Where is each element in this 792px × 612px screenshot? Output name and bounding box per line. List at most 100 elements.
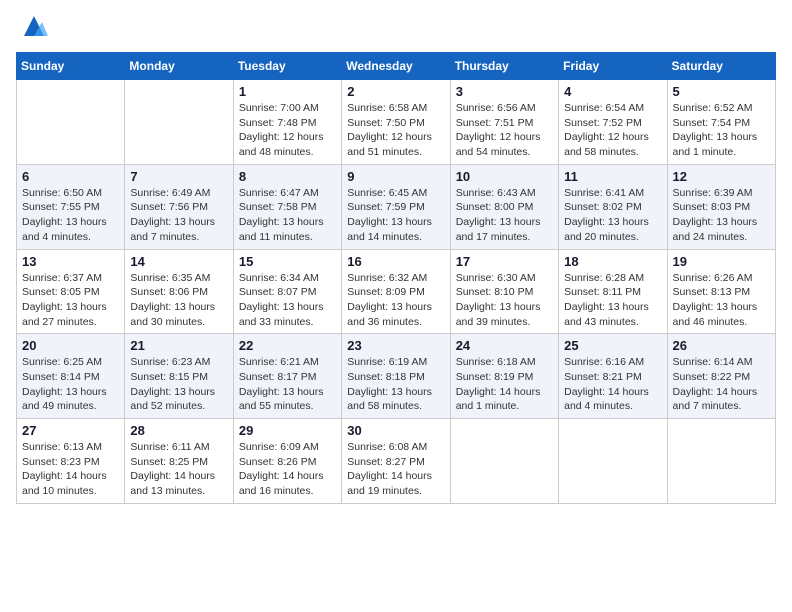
day-info: Sunrise: 6:26 AM Sunset: 8:13 PM Dayligh… [673,271,770,330]
calendar-cell: 6Sunrise: 6:50 AM Sunset: 7:55 PM Daylig… [17,164,125,249]
calendar-cell: 30 Sunrise: 6:08 AM Sunset: 8:27 PM Dayli… [342,419,450,504]
day-info: Sunrise: 6:32 AM Sunset: 8:09 PM Dayligh… [347,271,444,330]
day-info: Sunrise: 6:13 AM Sunset: 8:23 PM Dayligh… [22,440,119,499]
day-number: 2 [347,84,444,99]
calendar-week-1: 1 Sunrise: 7:00 AM Sunset: 7:48 PM Daylig… [17,80,776,165]
calendar-week-3: 13 Sunrise: 6:37 AM Sunset: 8:05 PM Dayli… [17,249,776,334]
day-number: 3 [456,84,553,99]
calendar-cell: 5 Sunrise: 6:52 AM Sunset: 7:54 PM Daylig… [667,80,775,165]
day-number: 20 [22,338,119,353]
calendar-cell: 1 Sunrise: 7:00 AM Sunset: 7:48 PM Daylig… [233,80,341,165]
calendar-cell: 2Sunrise: 6:58 AM Sunset: 7:50 PM Daylig… [342,80,450,165]
calendar-cell [125,80,233,165]
calendar-cell: 22 Sunrise: 6:21 AM Sunset: 8:17 PM Dayli… [233,334,341,419]
day-info: Sunrise: 6:34 AM Sunset: 8:07 PM Dayligh… [239,271,336,330]
day-number: 12 [673,169,770,184]
day-number: 4 [564,84,661,99]
weekday-header-friday: Friday [559,53,667,80]
calendar-cell: 12Sunrise: 6:39 AM Sunset: 8:03 PM Dayli… [667,164,775,249]
day-info: Sunrise: 6:49 AM Sunset: 7:56 PM Dayligh… [130,186,227,245]
calendar-cell: 7 Sunrise: 6:49 AM Sunset: 7:56 PM Daylig… [125,164,233,249]
page-header [16,16,776,40]
day-info: Sunrise: 6:08 AM Sunset: 8:27 PM Dayligh… [347,440,444,499]
day-number: 10 [456,169,553,184]
day-number: 7 [130,169,227,184]
day-number: 19 [673,254,770,269]
calendar-cell [667,419,775,504]
calendar-cell: 4 Sunrise: 6:54 AM Sunset: 7:52 PM Daylig… [559,80,667,165]
day-number: 9 [347,169,444,184]
calendar-cell: 23Sunrise: 6:19 AM Sunset: 8:18 PM Dayli… [342,334,450,419]
day-number: 29 [239,423,336,438]
weekday-header-sunday: Sunday [17,53,125,80]
calendar-cell: 11 Sunrise: 6:41 AM Sunset: 8:02 PM Dayli… [559,164,667,249]
day-number: 16 [347,254,444,269]
calendar-cell: 20 Sunrise: 6:25 AM Sunset: 8:14 PM Dayli… [17,334,125,419]
day-info: Sunrise: 6:16 AM Sunset: 8:21 PM Dayligh… [564,355,661,414]
calendar-cell: 15 Sunrise: 6:34 AM Sunset: 8:07 PM Dayli… [233,249,341,334]
calendar-cell: 18 Sunrise: 6:28 AM Sunset: 8:11 PM Dayli… [559,249,667,334]
calendar-cell: 14 Sunrise: 6:35 AM Sunset: 8:06 PM Dayli… [125,249,233,334]
day-info: Sunrise: 6:18 AM Sunset: 8:19 PM Dayligh… [456,355,553,414]
calendar-cell [17,80,125,165]
day-info: Sunrise: 6:14 AM Sunset: 8:22 PM Dayligh… [673,355,770,414]
calendar-table: SundayMondayTuesdayWednesdayThursdayFrid… [16,52,776,504]
day-info: Sunrise: 6:30 AM Sunset: 8:10 PM Dayligh… [456,271,553,330]
weekday-header-saturday: Saturday [667,53,775,80]
day-number: 5 [673,84,770,99]
day-info: Sunrise: 6:56 AM Sunset: 7:51 PM Dayligh… [456,101,553,160]
day-info: Sunrise: 6:54 AM Sunset: 7:52 PM Dayligh… [564,101,661,160]
weekday-header-wednesday: Wednesday [342,53,450,80]
calendar-cell: 3 Sunrise: 6:56 AM Sunset: 7:51 PM Daylig… [450,80,558,165]
day-number: 11 [564,169,661,184]
day-info: Sunrise: 6:23 AM Sunset: 8:15 PM Dayligh… [130,355,227,414]
day-info: Sunrise: 6:11 AM Sunset: 8:25 PM Dayligh… [130,440,227,499]
day-number: 30 [347,423,444,438]
calendar-cell: 10Sunrise: 6:43 AM Sunset: 8:00 PM Dayli… [450,164,558,249]
day-info: Sunrise: 7:00 AM Sunset: 7:48 PM Dayligh… [239,101,336,160]
day-info: Sunrise: 6:45 AM Sunset: 7:59 PM Dayligh… [347,186,444,245]
weekday-header-row: SundayMondayTuesdayWednesdayThursdayFrid… [17,53,776,80]
calendar-week-5: 27Sunrise: 6:13 AM Sunset: 8:23 PM Dayli… [17,419,776,504]
day-number: 22 [239,338,336,353]
day-number: 1 [239,84,336,99]
calendar-cell: 17 Sunrise: 6:30 AM Sunset: 8:10 PM Dayli… [450,249,558,334]
day-number: 28 [130,423,227,438]
day-info: Sunrise: 6:25 AM Sunset: 8:14 PM Dayligh… [22,355,119,414]
day-info: Sunrise: 6:47 AM Sunset: 7:58 PM Dayligh… [239,186,336,245]
calendar-cell: 29 Sunrise: 6:09 AM Sunset: 8:26 PM Dayli… [233,419,341,504]
calendar-cell: 13 Sunrise: 6:37 AM Sunset: 8:05 PM Dayli… [17,249,125,334]
day-number: 14 [130,254,227,269]
day-info: Sunrise: 6:35 AM Sunset: 8:06 PM Dayligh… [130,271,227,330]
calendar-cell: 21 Sunrise: 6:23 AM Sunset: 8:15 PM Dayli… [125,334,233,419]
day-info: Sunrise: 6:37 AM Sunset: 8:05 PM Dayligh… [22,271,119,330]
day-info: Sunrise: 6:52 AM Sunset: 7:54 PM Dayligh… [673,101,770,160]
day-number: 15 [239,254,336,269]
day-info: Sunrise: 6:21 AM Sunset: 8:17 PM Dayligh… [239,355,336,414]
logo [16,16,48,40]
day-info: Sunrise: 6:09 AM Sunset: 8:26 PM Dayligh… [239,440,336,499]
calendar-cell: 16 Sunrise: 6:32 AM Sunset: 8:09 PM Dayli… [342,249,450,334]
weekday-header-monday: Monday [125,53,233,80]
day-info: Sunrise: 6:41 AM Sunset: 8:02 PM Dayligh… [564,186,661,245]
weekday-header-tuesday: Tuesday [233,53,341,80]
day-number: 26 [673,338,770,353]
logo-icon [20,12,48,40]
day-number: 18 [564,254,661,269]
day-info: Sunrise: 6:28 AM Sunset: 8:11 PM Dayligh… [564,271,661,330]
day-number: 24 [456,338,553,353]
calendar-week-4: 20 Sunrise: 6:25 AM Sunset: 8:14 PM Dayli… [17,334,776,419]
day-number: 25 [564,338,661,353]
calendar-cell [559,419,667,504]
calendar-cell: 24 Sunrise: 6:18 AM Sunset: 8:19 PM Dayli… [450,334,558,419]
day-number: 13 [22,254,119,269]
calendar-cell: 9 Sunrise: 6:45 AM Sunset: 7:59 PM Daylig… [342,164,450,249]
day-number: 21 [130,338,227,353]
calendar-week-2: 6Sunrise: 6:50 AM Sunset: 7:55 PM Daylig… [17,164,776,249]
calendar-cell: 27Sunrise: 6:13 AM Sunset: 8:23 PM Dayli… [17,419,125,504]
weekday-header-thursday: Thursday [450,53,558,80]
day-number: 23 [347,338,444,353]
day-number: 17 [456,254,553,269]
day-number: 8 [239,169,336,184]
calendar-cell: 26 Sunrise: 6:14 AM Sunset: 8:22 PM Dayli… [667,334,775,419]
